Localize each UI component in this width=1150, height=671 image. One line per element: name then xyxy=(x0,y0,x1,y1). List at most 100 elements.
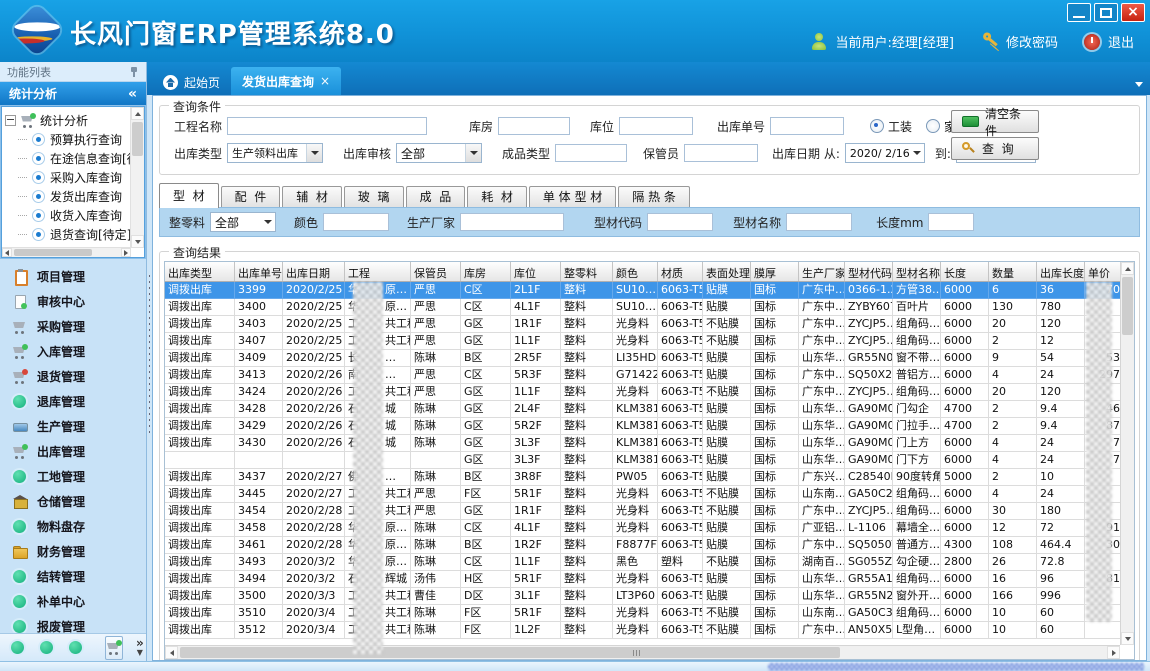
column-header[interactable]: 出库长度 xyxy=(1037,262,1085,281)
material-tab[interactable]: 隔 热 条 xyxy=(618,186,690,208)
table-row[interactable]: 调拨出库34072020/2/25工共工程严思G区1L1F整料光身料6063-T… xyxy=(165,333,1135,350)
table-row[interactable]: G区3L3F整料KLM38176063-T5贴膜国标山东华…GA90M09.门下… xyxy=(165,452,1135,469)
column-header[interactable]: 材质 xyxy=(658,262,703,281)
scroll-down-icon[interactable] xyxy=(131,235,144,248)
scroll-down-icon[interactable] xyxy=(1121,632,1134,645)
audit-select[interactable]: 全部 xyxy=(396,143,482,163)
sidebar-item-工地管理[interactable]: 工地管理 xyxy=(0,464,146,489)
sidebar-item-财务管理[interactable]: 财务管理 xyxy=(0,539,146,564)
table-row[interactable]: 调拨出库34282020/2/26石城陈琳G区2L4F整料KLM38176063… xyxy=(165,401,1135,418)
column-header[interactable]: 表面处理 xyxy=(703,262,751,281)
column-header[interactable]: 型材名称 xyxy=(893,262,941,281)
green-dot-icon[interactable] xyxy=(10,640,26,655)
sidebar-item-退库管理[interactable]: 退库管理 xyxy=(0,389,146,414)
column-header[interactable]: 长度 xyxy=(941,262,989,281)
out-type-select[interactable]: 生产领料出库 xyxy=(227,143,323,163)
sidebar-item-出库管理[interactable]: 出库管理 xyxy=(0,439,146,464)
column-header[interactable]: 整零料 xyxy=(561,262,613,281)
sidebar-item-退货管理[interactable]: 退货管理 xyxy=(0,364,146,389)
tab-home[interactable]: 起始页 xyxy=(152,69,231,95)
tree-vertical-scrollbar[interactable] xyxy=(130,107,144,248)
grid-vertical-scrollbar[interactable] xyxy=(1120,262,1134,645)
table-row[interactable]: 调拨出库34292020/2/26石城陈琳G区5R2F整料KLM38176063… xyxy=(165,418,1135,435)
column-header[interactable]: 生产厂家 xyxy=(799,262,845,281)
tree-item[interactable]: 预算执行查询 xyxy=(5,130,130,149)
order-no-input[interactable] xyxy=(770,117,844,135)
table-row[interactable]: 调拨出库35102020/3/4工共工程陈琳F区5R1F整料光身料6063-T5… xyxy=(165,605,1135,622)
scrollbar-thumb[interactable] xyxy=(14,249,92,256)
logout-button[interactable]: 退出 xyxy=(1108,32,1134,51)
scroll-left-icon[interactable] xyxy=(165,646,178,659)
scrollbar-thumb[interactable] xyxy=(132,122,143,156)
project-name-input[interactable] xyxy=(227,117,427,135)
tab-shipping-outbound-query[interactable]: 发货出库查询 × xyxy=(231,67,341,95)
table-row[interactable]: 调拨出库35122020/3/4工共工程陈琳F区1L2F整料光身料6063-T5… xyxy=(165,622,1135,639)
table-row[interactable]: 调拨出库34132020/2/26南…严思C区5R3F整料G714226063-… xyxy=(165,367,1135,384)
material-tab[interactable]: 单 体 型 材 xyxy=(529,186,616,208)
table-row[interactable]: 调拨出库34542020/2/28工共工程严思G区1R1F整料光身料6063-T… xyxy=(165,503,1135,520)
table-row[interactable]: 调拨出库34452020/2/27工共工程严思F区5R1F整料光身料6063-T… xyxy=(165,486,1135,503)
maximize-icon[interactable] xyxy=(1094,3,1118,22)
column-header[interactable]: 工程 xyxy=(345,262,411,281)
clear-conditions-button[interactable]: 清空条件 xyxy=(951,110,1039,133)
scrollbar-thumb[interactable] xyxy=(180,647,840,658)
table-row[interactable]: 调拨出库34092020/2/25长…陈琳B区2R5F整料LI35HD6063-… xyxy=(165,350,1135,367)
sidebar-item-项目管理[interactable]: 项目管理 xyxy=(0,264,146,289)
tree-root[interactable]: 统计分析 xyxy=(5,110,130,130)
column-header[interactable]: 库位 xyxy=(511,262,561,281)
manufacturer-input[interactable] xyxy=(460,213,564,231)
material-tab[interactable]: 配 件 xyxy=(221,186,281,208)
column-header[interactable]: 数量 xyxy=(989,262,1037,281)
profile-code-input[interactable] xyxy=(647,213,713,231)
change-password-button[interactable]: 修改密码 xyxy=(1006,32,1058,51)
sidebar-item-结转管理[interactable]: 结转管理 xyxy=(0,564,146,589)
table-row[interactable]: 调拨出库34002020/2/25华原…严思C区4L1F整料SU10…6063-… xyxy=(165,299,1135,316)
tree-item[interactable]: 退货查询[待定] xyxy=(5,225,130,244)
column-header[interactable]: 出库日期 xyxy=(283,262,345,281)
column-header[interactable]: 型材代码 xyxy=(845,262,893,281)
table-row[interactable]: 调拨出库34612020/2/28华原…陈琳B区1R2F整料F8877FT606… xyxy=(165,537,1135,554)
tree-item[interactable]: 采购入库查询 xyxy=(5,168,130,187)
sidebar-item-补单中心[interactable]: 补单中心 xyxy=(0,589,146,614)
material-tab[interactable]: 玻 璃 xyxy=(344,186,404,208)
tree-item[interactable]: 在途信息查询[待定] xyxy=(5,149,130,168)
scroll-up-icon[interactable] xyxy=(1121,262,1134,275)
keeper-input[interactable] xyxy=(684,144,758,162)
scroll-up-icon[interactable] xyxy=(131,107,144,120)
tree-item[interactable]: 发货出库查询 xyxy=(5,187,130,206)
table-row[interactable]: 调拨出库33992020/2/25华原…严思C区2L1F整料SU10…6063-… xyxy=(165,282,1135,299)
sidebar-item-采购管理[interactable]: 采购管理 xyxy=(0,314,146,339)
table-row[interactable]: 调拨出库34032020/2/25工共工程严思G区1R1F整料光身料6063-T… xyxy=(165,316,1135,333)
table-row[interactable]: 调拨出库34242020/2/26工共工程严思G区1L1F整料光身料6063-T… xyxy=(165,384,1135,401)
table-row[interactable]: 调拨出库34372020/2/27佛…陈琳B区3R8F整料PW056063-T5… xyxy=(165,469,1135,486)
cart-button[interactable] xyxy=(105,636,123,660)
scroll-left-icon[interactable] xyxy=(2,248,12,257)
profile-name-input[interactable] xyxy=(786,213,852,231)
sidebar-group-header[interactable]: 统计分析 « xyxy=(0,82,146,105)
more-chevron-icon[interactable]: »▼ xyxy=(136,639,144,657)
scrollbar-grip-icon[interactable] xyxy=(633,650,641,656)
pin-icon[interactable] xyxy=(129,66,139,77)
search-button[interactable]: 查 询 xyxy=(951,137,1039,160)
whole-part-select[interactable]: 全部 xyxy=(210,212,276,232)
sidebar-item-报废管理[interactable]: 报废管理 xyxy=(0,614,146,633)
scroll-right-icon[interactable] xyxy=(1107,646,1120,659)
warehouse-input[interactable] xyxy=(498,117,570,135)
sidebar-item-物料盘存[interactable]: 物料盘存 xyxy=(0,514,146,539)
collapse-icon[interactable]: « xyxy=(128,86,137,102)
grid-horizontal-scrollbar[interactable] xyxy=(165,645,1120,659)
column-header[interactable]: 保管员 xyxy=(411,262,461,281)
scrollbar-thumb[interactable] xyxy=(1122,277,1133,335)
column-header[interactable]: 颜色 xyxy=(613,262,658,281)
tab-close-icon[interactable]: × xyxy=(320,74,330,88)
column-header[interactable]: 出库类型 xyxy=(165,262,235,281)
green-dot-icon[interactable] xyxy=(39,640,55,655)
tree-expander-icon[interactable] xyxy=(5,115,16,126)
minimize-icon[interactable] xyxy=(1067,3,1091,22)
column-header[interactable]: 膜厚 xyxy=(751,262,799,281)
tree-item[interactable]: 收货入库查询 xyxy=(5,206,130,225)
table-row[interactable]: 调拨出库35002020/3/3工共工程曹佳D区3L1F整料LT3P606063… xyxy=(165,588,1135,605)
radio-gongzhuang-label[interactable]: 工装 xyxy=(888,118,912,135)
tab-overflow-icon[interactable] xyxy=(1135,82,1143,87)
scroll-right-icon[interactable] xyxy=(121,248,131,257)
